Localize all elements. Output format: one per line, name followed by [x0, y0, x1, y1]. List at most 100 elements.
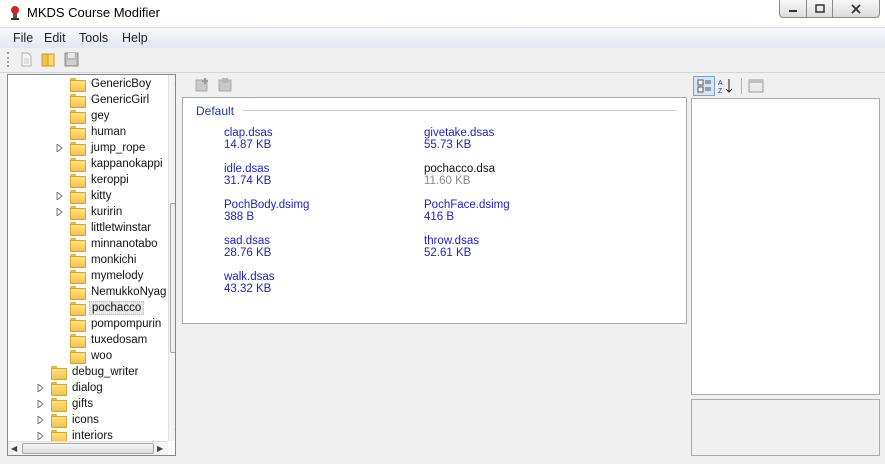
- expand-arrow-icon[interactable]: [56, 208, 64, 216]
- folder-icon: [70, 158, 86, 172]
- file-name: idle.dsas: [224, 163, 270, 175]
- tree-item[interactable]: human: [70, 124, 128, 140]
- categorized-button[interactable]: [693, 76, 715, 96]
- toolbar-separator: [741, 78, 742, 94]
- tree-item[interactable]: pompompurin: [70, 316, 163, 332]
- expand-arrow-icon[interactable]: [56, 192, 64, 200]
- file-item[interactable]: pochacco.dsa 11.60 KB: [424, 163, 604, 187]
- file-name: throw.dsas: [424, 235, 479, 247]
- tree-item-label: minnanotabo: [91, 238, 158, 250]
- alphabetical-sort-icon[interactable]: A Z: [718, 78, 734, 94]
- property-grid[interactable]: [691, 98, 880, 395]
- expand-arrow-icon[interactable]: [37, 400, 45, 408]
- folder-icon: [51, 398, 67, 412]
- file-item[interactable]: clap.dsas 14.87 KB: [224, 127, 404, 151]
- file-item[interactable]: walk.dsas 43.32 KB: [224, 271, 404, 295]
- menu-edit[interactable]: Edit: [44, 31, 66, 45]
- tree-horizontal-scroll-thumb[interactable]: [22, 443, 154, 454]
- tree-item-label: gey: [91, 110, 110, 122]
- file-item[interactable]: sad.dsas 28.76 KB: [224, 235, 404, 259]
- scroll-up-icon[interactable]: ▲: [173, 78, 175, 87]
- tree-item[interactable]: debug_writer: [51, 364, 140, 380]
- tree-item-label: NemukkoNyag: [91, 286, 167, 298]
- folder-icon: [70, 190, 86, 204]
- group-divider: [243, 110, 676, 111]
- tree-item[interactable]: GenericGirl: [70, 92, 151, 108]
- tree-item-label: gifts: [72, 398, 94, 410]
- tree-item[interactable]: gifts: [37, 396, 95, 412]
- file-item[interactable]: throw.dsas 52.61 KB: [424, 235, 604, 259]
- save-icon[interactable]: [64, 52, 79, 67]
- tree-item[interactable]: kitty: [56, 188, 113, 204]
- tree-item-label: kappanokappi: [91, 158, 163, 170]
- folder-icon: [70, 238, 86, 252]
- tree-item[interactable]: monkichi: [70, 252, 138, 268]
- tree-item[interactable]: mymelody: [70, 268, 145, 284]
- folder-icon: [51, 366, 67, 380]
- tree-horizontal-scrollbar[interactable]: ◀ ▶: [8, 441, 168, 455]
- folder-icon: [70, 174, 86, 188]
- tree-item[interactable]: jump_rope: [56, 140, 147, 156]
- tree-item[interactable]: NemukkoNyag: [70, 284, 168, 300]
- menu-file[interactable]: File: [13, 31, 33, 45]
- folder-tree[interactable]: GenericBoy GenericGirl gey human jump_ropeka…: [7, 74, 176, 456]
- tree-item[interactable]: kuririn: [56, 204, 124, 220]
- toolbar-grip[interactable]: [7, 52, 10, 67]
- folder-icon: [51, 414, 67, 428]
- tree-item-label: keroppi: [91, 174, 129, 186]
- tree-vertical-scrollbar[interactable]: ▲ ▼: [168, 75, 175, 441]
- tree-item[interactable]: pochacco: [70, 300, 145, 316]
- tree-item[interactable]: minnanotabo: [70, 236, 160, 252]
- tree-item-label: monkichi: [91, 254, 137, 266]
- svg-text:A: A: [718, 80, 723, 87]
- file-name: PochBody.dsimg: [224, 199, 310, 211]
- file-size: 14.87 KB: [224, 139, 272, 151]
- file-list[interactable]: Default clap.dsas 14.87 KB givetake.dsas 55…: [182, 97, 687, 324]
- file-item[interactable]: PochFace.dsimg 416 B: [424, 199, 604, 223]
- file-item[interactable]: givetake.dsas 55.73 KB: [424, 127, 604, 151]
- menu-bar: File Edit Tools Help: [0, 27, 885, 48]
- folder-icon: [70, 110, 86, 124]
- tree-item[interactable]: dialog: [37, 380, 105, 396]
- file-name: givetake.dsas: [424, 127, 495, 139]
- scroll-down-icon[interactable]: ▼: [173, 427, 175, 436]
- file-item[interactable]: PochBody.dsimg 388 B: [224, 199, 404, 223]
- maximize-button[interactable]: [806, 0, 833, 18]
- expand-arrow-icon[interactable]: [37, 432, 45, 440]
- folder-icon: [70, 334, 86, 348]
- replace-file-icon[interactable]: [217, 77, 233, 93]
- scroll-left-icon[interactable]: ◀: [11, 444, 17, 453]
- expand-arrow-icon[interactable]: [56, 144, 64, 152]
- close-icon: [851, 3, 861, 14]
- tree-item[interactable]: GenericBoy: [70, 76, 153, 92]
- tree-item[interactable]: littletwinstar: [70, 220, 153, 236]
- add-file-icon[interactable]: [194, 77, 210, 93]
- file-item[interactable]: idle.dsas 31.74 KB: [224, 163, 404, 187]
- tree-vertical-scroll-thumb[interactable]: [170, 203, 175, 353]
- file-name: sad.dsas: [224, 235, 271, 247]
- property-pages-icon[interactable]: [748, 78, 764, 94]
- tree-item-label: GenericGirl: [91, 94, 150, 106]
- tree-item-label: dialog: [72, 382, 103, 394]
- close-button[interactable]: [832, 0, 880, 18]
- expand-arrow-icon[interactable]: [37, 384, 45, 392]
- property-toolbar: A Z: [691, 76, 881, 98]
- minimize-button[interactable]: [779, 0, 807, 18]
- folder-icon: [70, 94, 86, 108]
- scroll-right-icon[interactable]: ▶: [157, 444, 163, 453]
- new-file-icon[interactable]: [19, 52, 34, 67]
- tree-item[interactable]: keroppi: [70, 172, 131, 188]
- tree-item-label: debug_writer: [72, 366, 139, 378]
- tree-item[interactable]: woo: [70, 348, 114, 364]
- open-folder-icon[interactable]: [41, 52, 56, 67]
- file-name: PochFace.dsimg: [424, 199, 510, 211]
- expand-arrow-icon[interactable]: [37, 416, 45, 424]
- menu-help[interactable]: Help: [122, 31, 148, 45]
- file-size: 55.73 KB: [424, 139, 472, 151]
- tree-item[interactable]: gey: [70, 108, 112, 124]
- menu-tools[interactable]: Tools: [79, 31, 108, 45]
- group-header: Default: [196, 104, 235, 118]
- tree-item[interactable]: tuxedosam: [70, 332, 149, 348]
- tree-item[interactable]: icons: [37, 412, 101, 428]
- tree-item[interactable]: kappanokappi: [70, 156, 165, 172]
